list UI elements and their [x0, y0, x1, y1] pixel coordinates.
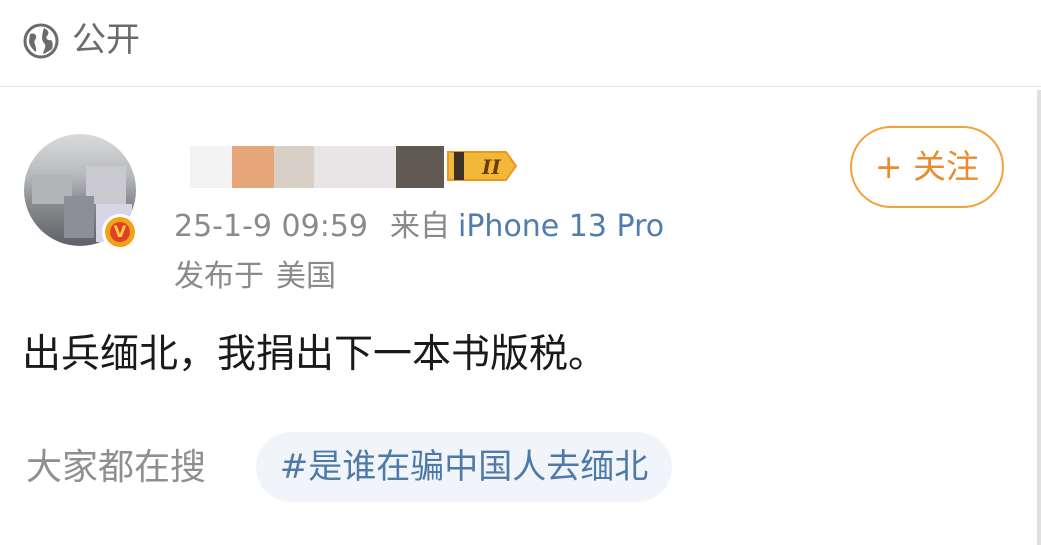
post-location: 发布于 美国 — [174, 256, 336, 298]
source-label: 来自 — [390, 209, 450, 244]
trending-topic-tag[interactable]: #是谁在骗中国人去缅北 — [256, 432, 672, 502]
scrollbar[interactable] — [1037, 90, 1041, 545]
avatar-mosaic — [64, 196, 94, 238]
source-device-link[interactable]: iPhone 13 Pro — [458, 209, 664, 244]
post-meta: 25-1-9 09:59 来自 iPhone 13 Pro — [174, 206, 664, 248]
author-name-redacted[interactable] — [190, 146, 444, 188]
post-timestamp[interactable]: 25-1-9 09:59 — [174, 209, 368, 244]
verified-badge-icon: V — [102, 214, 138, 250]
location-value: 美国 — [276, 259, 336, 294]
post-content: 出兵缅北，我捐出下一本书版税。 — [22, 332, 608, 377]
level-badge-icon: II — [447, 151, 518, 181]
location-label: 发布于 — [174, 259, 264, 294]
trending-search-label: 大家都在搜 — [26, 447, 207, 488]
visibility-label[interactable]: 公开 — [72, 18, 140, 62]
globe-icon — [23, 23, 59, 59]
visibility-bar: 公开 — [0, 0, 1041, 87]
follow-button[interactable]: + 关注 — [850, 126, 1004, 208]
svg-text:II: II — [481, 155, 501, 179]
